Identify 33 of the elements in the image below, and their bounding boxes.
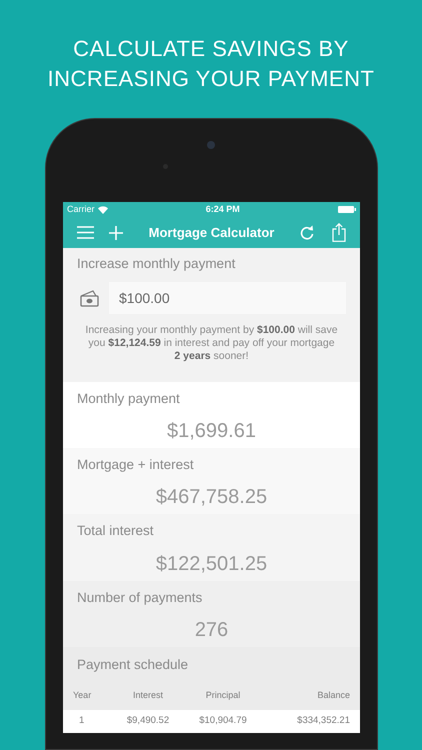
column-header: Interest	[132, 688, 164, 702]
result-label: Number of payments	[77, 588, 204, 607]
time-label: 6:24 PM	[206, 202, 240, 216]
result-label: Monthly payment	[77, 390, 181, 408]
table-cell-text: 1	[78, 714, 86, 728]
headline: CALCULATE SAVINGS BY	[73, 35, 349, 63]
table-cell-text: $334,352.21	[296, 714, 350, 728]
result-value: $1,699.61	[166, 418, 257, 444]
menu-icon[interactable]	[77, 226, 94, 239]
headline: INCREASING YOUR PAYMENT	[48, 65, 374, 93]
amount-field[interactable]: $100.00	[109, 282, 346, 314]
refresh-icon[interactable]	[300, 225, 314, 240]
carrier-label: Carrier	[67, 202, 95, 216]
add-icon[interactable]	[109, 226, 123, 240]
share-icon[interactable]	[332, 223, 346, 242]
result-label: Total interest	[77, 522, 155, 540]
column-header: Year	[73, 688, 92, 702]
savings-message: Increasing your monthly payment by $100.00 will save you $12,124.59 in interest and pay off your mortgage 2 years sooner!	[84, 324, 339, 364]
column-header: Principal	[204, 688, 242, 702]
result-value: $467,758.25	[154, 485, 268, 510]
money-icon	[80, 290, 100, 307]
camera-lens	[207, 141, 215, 149]
wifi-icon	[98, 206, 108, 214]
section-label: Payment schedule	[76, 656, 190, 674]
result-label: Mortgage + interest	[77, 456, 195, 474]
result-value: 276	[194, 618, 230, 643]
battery-icon	[338, 206, 356, 213]
screen-title: Mortgage Calculator	[148, 224, 276, 242]
section-label: Increase monthly payment	[77, 255, 236, 273]
result-value: $122,501.25	[154, 552, 268, 577]
table-cell-text: $9,490.52	[126, 714, 170, 728]
table-cell-text: $10,904.79	[198, 714, 248, 728]
column-header: Balance	[316, 688, 350, 702]
